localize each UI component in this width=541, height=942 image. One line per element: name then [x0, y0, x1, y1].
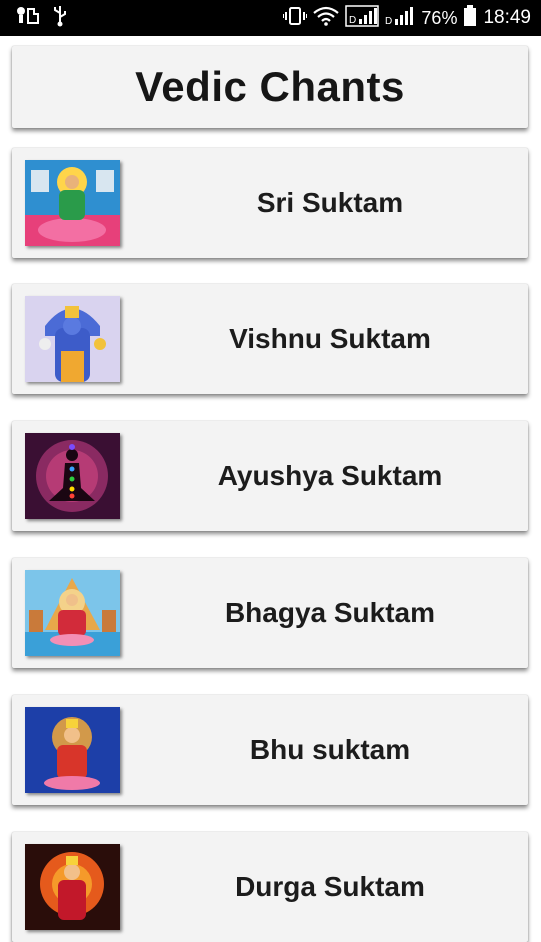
- chant-item-durga-suktam[interactable]: Durga Suktam: [12, 832, 528, 942]
- wifi-icon: [313, 6, 340, 31]
- chant-item-bhagya-suktam[interactable]: Bhagya Suktam: [12, 558, 528, 668]
- svg-text:D: D: [385, 16, 392, 27]
- chant-label: Ayushya Suktam: [217, 460, 443, 491]
- signal-sim1-icon: D: [345, 4, 380, 32]
- durga-image: [25, 844, 120, 930]
- chant-label: Bhu suktam: [249, 734, 411, 765]
- lakshmi-image: [25, 160, 120, 246]
- svg-text:D: D: [349, 15, 356, 26]
- usb-debug-icon: [14, 5, 40, 32]
- app-header: Vedic Chants: [12, 46, 528, 128]
- usb-icon: [52, 5, 68, 32]
- battery-icon: [463, 4, 477, 32]
- chant-item-sri-suktam[interactable]: Sri Suktam: [12, 148, 528, 258]
- bhudevi-image: [25, 707, 120, 793]
- chant-label: Durga Suktam: [235, 871, 425, 902]
- page-title: Vedic Chants: [135, 63, 405, 110]
- chant-item-ayushya-suktam[interactable]: Ayushya Suktam: [12, 421, 528, 531]
- status-bar: D D 76% 18:49: [0, 0, 541, 36]
- vishnu-image: [25, 296, 120, 382]
- chant-label: Sri Suktam: [256, 187, 404, 218]
- chant-item-bhu-suktam[interactable]: Bhu suktam: [12, 695, 528, 805]
- clock: 18:49: [483, 7, 531, 28]
- vibrate-icon: [282, 6, 309, 31]
- chant-label: Vishnu Suktam: [229, 323, 431, 354]
- chant-item-vishnu-suktam[interactable]: Vishnu Suktam: [12, 284, 528, 394]
- chakra-meditation-image: [25, 433, 120, 519]
- lakshmi-temple-image: [25, 570, 120, 656]
- battery-percent: 76%: [421, 7, 458, 28]
- signal-sim2-icon: D: [385, 5, 415, 32]
- chant-label: Bhagya Suktam: [224, 597, 436, 628]
